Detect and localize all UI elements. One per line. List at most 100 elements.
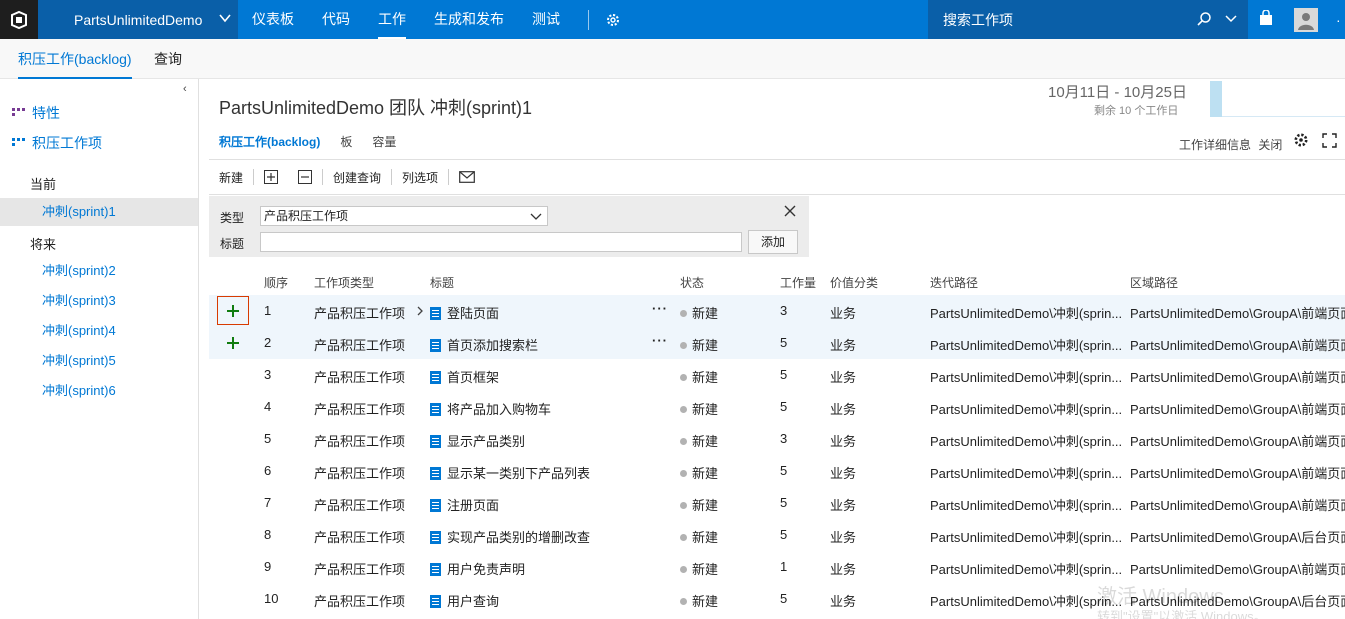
- row-context-menu-icon[interactable]: ···: [652, 333, 668, 348]
- nav-code[interactable]: 代码: [308, 0, 364, 39]
- state-dot-icon: [680, 566, 687, 573]
- more-icon[interactable]: ·: [1336, 12, 1341, 28]
- row-iteration: PartsUnlimitedDemo\冲刺(sprin...: [930, 466, 1123, 481]
- collapse-pane-icon[interactable]: ‹: [183, 83, 187, 95]
- row-effort: 5: [780, 367, 788, 382]
- sprint-item-6[interactable]: 冲刺(sprint)6: [0, 377, 198, 405]
- tab-backlog[interactable]: 积压工作(backlog): [18, 39, 132, 79]
- work-details-label: 工作详细信息: [1179, 138, 1252, 152]
- work-details-toggle[interactable]: 工作详细信息 关闭: [1179, 136, 1282, 153]
- grid-header: 顺序 工作项类型 标题 状态 工作量 价值分类 迭代路径 区域路径: [209, 265, 1345, 295]
- row-title-link[interactable]: 用户免责声明: [430, 559, 525, 578]
- search-icon[interactable]: [1196, 11, 1212, 27]
- collapse-all-button[interactable]: [288, 167, 322, 187]
- column-header-type[interactable]: 工作项类型: [314, 274, 374, 291]
- backlog-left-pane: ‹ 特性 积压工作项 当前 冲刺(sprint)1 将来 冲刺(sprint)2…: [0, 79, 199, 619]
- table-row[interactable]: 5 产品积压工作项 显示产品类别 新建 3 业务 PartsUnlimitedD…: [209, 423, 1345, 455]
- nav-dashboard[interactable]: 仪表板: [238, 0, 308, 39]
- future-heading: 将来: [30, 237, 57, 252]
- current-heading: 当前: [30, 177, 57, 192]
- close-icon[interactable]: [783, 204, 797, 218]
- add-button[interactable]: 添加: [748, 230, 798, 254]
- chevron-down-icon[interactable]: [1225, 12, 1237, 24]
- nav-backlog-items[interactable]: 积压工作项: [12, 133, 102, 153]
- sprint-item-current[interactable]: 冲刺(sprint)1: [0, 198, 198, 226]
- sprint-item-2[interactable]: 冲刺(sprint)2: [0, 257, 198, 285]
- vsts-logo-icon[interactable]: [0, 0, 38, 39]
- column-header-title[interactable]: 标题: [430, 274, 454, 291]
- column-header-order[interactable]: 顺序: [264, 274, 288, 291]
- expand-all-button[interactable]: [254, 167, 288, 187]
- row-state-label: 新建: [692, 402, 719, 417]
- row-iteration: PartsUnlimitedDemo\冲刺(sprin...: [930, 530, 1123, 545]
- column-options-button[interactable]: 列选项: [392, 167, 448, 187]
- expand-row-icon[interactable]: [416, 304, 424, 319]
- new-item-button[interactable]: 新建: [209, 167, 253, 187]
- nav-features-label: 特性: [32, 105, 60, 121]
- pivot-board[interactable]: 板: [340, 133, 352, 150]
- table-row[interactable]: 7 产品积压工作项 注册页面 新建 5 业务 PartsUnlimitedDem…: [209, 487, 1345, 519]
- row-title-link[interactable]: 实现产品类别的增删改查: [430, 527, 590, 546]
- column-header-value-area[interactable]: 价值分类: [830, 274, 878, 291]
- row-state: 新建: [680, 399, 718, 418]
- nav-build-release[interactable]: 生成和发布: [420, 0, 518, 39]
- page-title: PartsUnlimitedDemo 团队 冲刺(sprint)1: [219, 98, 533, 118]
- settings-icon[interactable]: [1293, 132, 1309, 148]
- row-title-link[interactable]: 首页添加搜索栏: [430, 335, 538, 354]
- chevron-down-icon: [219, 14, 231, 23]
- nav-features[interactable]: 特性: [12, 103, 60, 123]
- column-header-effort[interactable]: 工作量: [780, 274, 816, 291]
- burndown-mini-chart[interactable]: [1210, 81, 1222, 117]
- table-row[interactable]: 9 产品积压工作项 用户免责声明 新建 1 业务 PartsUnlimitedD…: [209, 551, 1345, 583]
- table-row[interactable]: 3 产品积压工作项 首页框架 新建 5 业务 PartsUnlimitedDem…: [209, 359, 1345, 391]
- nav-test[interactable]: 测试: [518, 0, 574, 39]
- row-title-link[interactable]: 显示某一类别下产品列表: [430, 463, 590, 482]
- type-select[interactable]: 产品积压工作项: [260, 206, 548, 226]
- pivot-capacity[interactable]: 容量: [372, 133, 396, 150]
- add-task-button[interactable]: [217, 296, 249, 325]
- table-row[interactable]: 6 产品积压工作项 显示某一类别下产品列表 新建 5 业务 PartsUnlim…: [209, 455, 1345, 487]
- sprint-item-3[interactable]: 冲刺(sprint)3: [0, 287, 198, 315]
- column-header-area[interactable]: 区域路径: [1130, 274, 1178, 291]
- column-header-state[interactable]: 状态: [680, 274, 704, 291]
- row-title: 显示产品类别: [447, 434, 526, 449]
- row-title-link[interactable]: 用户查询: [430, 591, 499, 610]
- email-button[interactable]: [449, 167, 485, 187]
- gear-icon[interactable]: [603, 0, 623, 39]
- fullscreen-icon[interactable]: [1322, 133, 1337, 148]
- row-area: PartsUnlimitedDemo\GroupA\前端页面: [1130, 434, 1345, 449]
- create-query-button[interactable]: 创建查询: [323, 167, 391, 187]
- tab-queries[interactable]: 查询: [154, 39, 182, 79]
- row-title-link[interactable]: 注册页面: [430, 495, 499, 514]
- row-title-link[interactable]: 登陆页面: [430, 303, 499, 322]
- state-dot-icon: [680, 534, 687, 541]
- table-row[interactable]: 2 产品积压工作项 首页添加搜索栏 ··· 新建 5 业务 PartsUnlim…: [209, 327, 1345, 359]
- project-selector[interactable]: PartsUnlimitedDemo: [38, 0, 238, 39]
- add-task-button[interactable]: [217, 328, 249, 357]
- table-row[interactable]: 4 产品积压工作项 将产品加入购物车 新建 5 业务 PartsUnlimite…: [209, 391, 1345, 423]
- backlog-item-icon: [430, 499, 441, 512]
- row-context-menu-icon[interactable]: ···: [652, 301, 668, 316]
- table-row[interactable]: 8 产品积压工作项 实现产品类别的增删改查 新建 5 业务 PartsUnlim…: [209, 519, 1345, 551]
- sprint-item-4[interactable]: 冲刺(sprint)4: [0, 317, 198, 345]
- title-input[interactable]: [260, 232, 742, 252]
- nav-work[interactable]: 工作: [364, 0, 420, 39]
- pivot-backlog[interactable]: 积压工作(backlog): [219, 133, 320, 150]
- row-state-label: 新建: [692, 498, 719, 513]
- row-value-area: 业务: [830, 338, 857, 353]
- sprint-item-5[interactable]: 冲刺(sprint)5: [0, 347, 198, 375]
- avatar[interactable]: [1294, 8, 1318, 32]
- search-work-items[interactable]: 搜索工作项: [928, 0, 1248, 39]
- type-select-value: 产品积压工作项: [264, 209, 349, 223]
- backlog-item-icon: [430, 371, 441, 384]
- row-title-link[interactable]: 将产品加入购物车: [430, 399, 551, 418]
- mail-icon: [459, 171, 475, 183]
- row-state-label: 新建: [692, 594, 719, 609]
- shopping-bag-icon[interactable]: [1258, 10, 1274, 26]
- table-row[interactable]: 1 产品积压工作项 登陆页面 ··· 新建 3 业务 PartsUnlimite…: [209, 295, 1345, 327]
- row-area: PartsUnlimitedDemo\GroupA\前端页面: [1130, 402, 1345, 417]
- column-header-iteration[interactable]: 迭代路径: [930, 274, 978, 291]
- row-title-link[interactable]: 首页框架: [430, 367, 499, 386]
- row-title-link[interactable]: 显示产品类别: [430, 431, 525, 450]
- backlog-item-icon: [430, 403, 441, 416]
